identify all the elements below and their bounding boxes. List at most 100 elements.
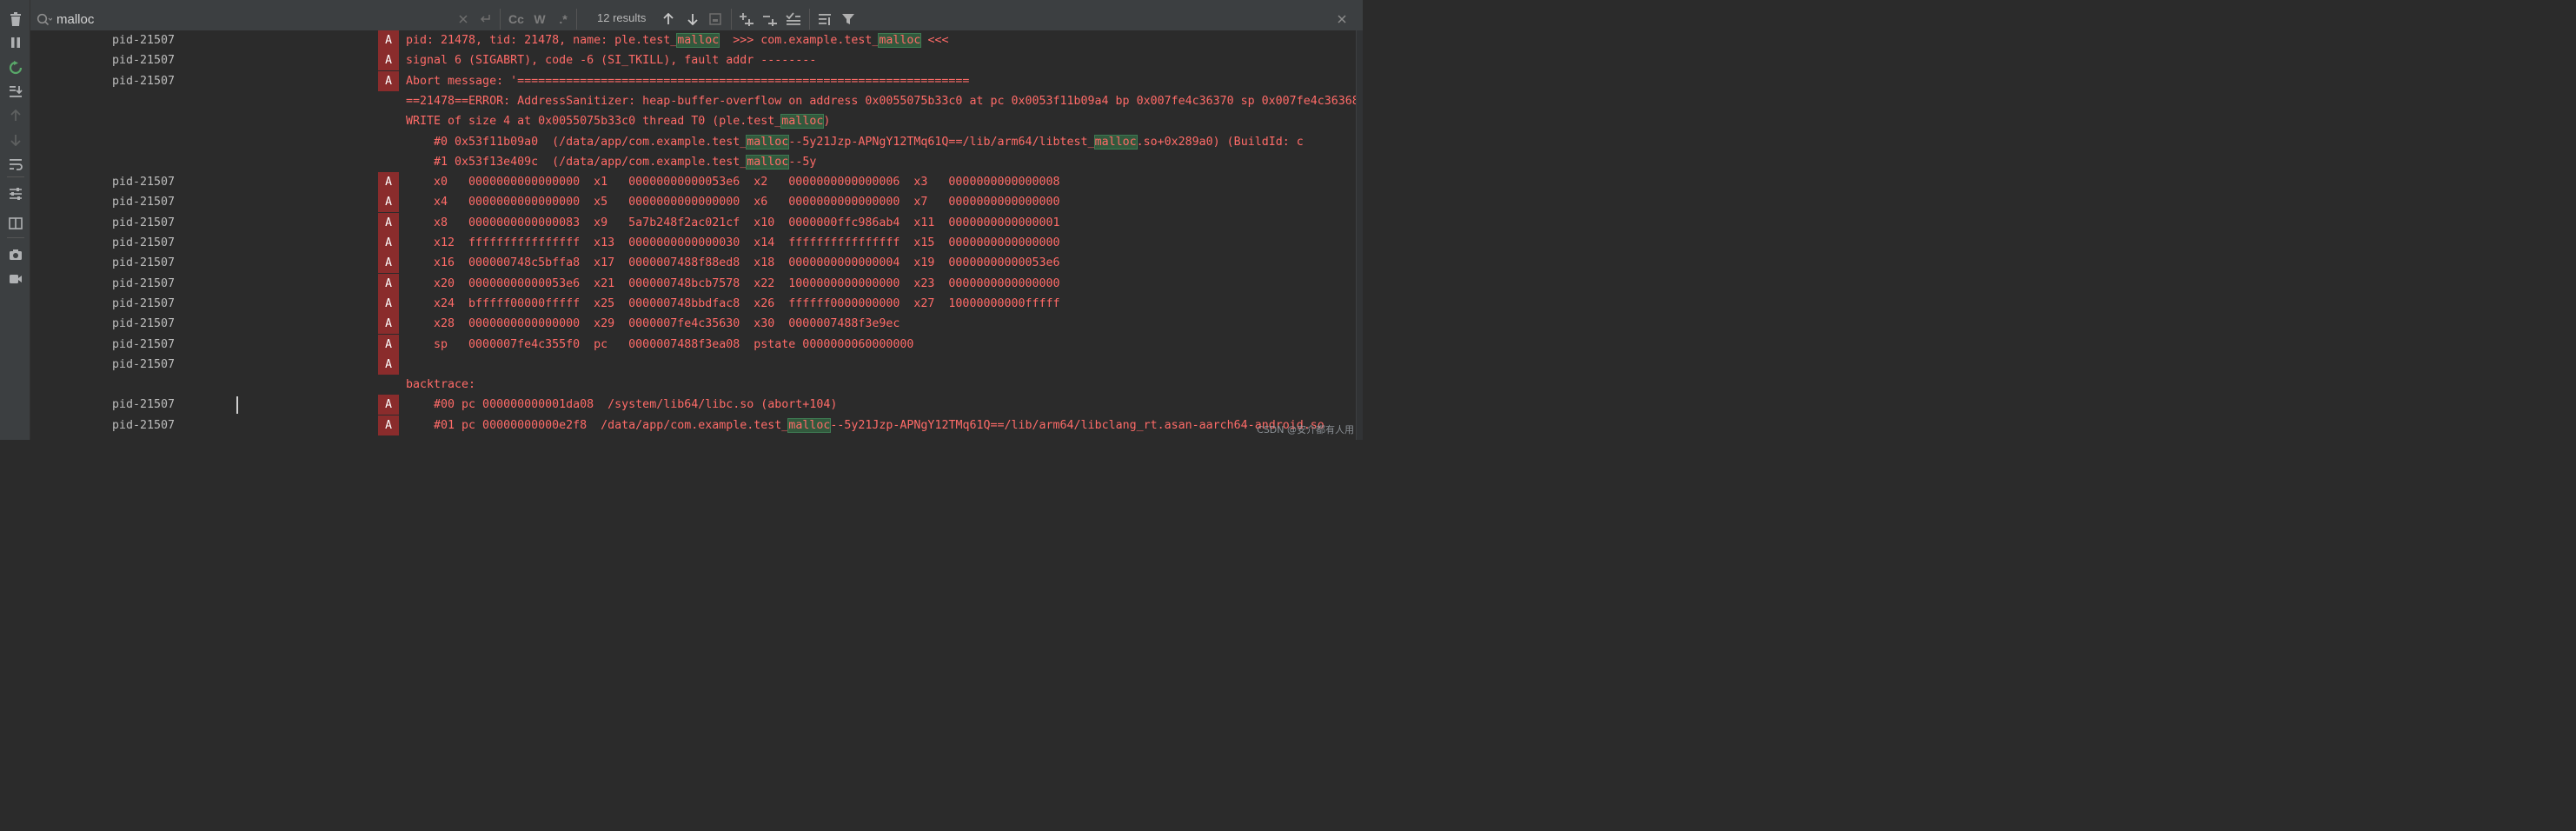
add-occurrence-icon[interactable] bbox=[737, 10, 756, 29]
log-text: --5y21Jzp-APNgY12TMq61Q==/lib/arm64/libc… bbox=[830, 418, 1325, 432]
log-level-badge: A bbox=[378, 395, 399, 416]
logcat-output[interactable]: pid-21507 Apid: 21478, tid: 21478, name: … bbox=[30, 30, 1356, 440]
soft-wrap-icon[interactable] bbox=[5, 155, 26, 174]
log-text: backtrace: bbox=[406, 378, 476, 392]
match-case-toggle[interactable]: Cc bbox=[506, 10, 527, 29]
log-pid: pid-21507 bbox=[112, 337, 176, 351]
log-pid: pid-21507 bbox=[112, 256, 176, 270]
log-text: x28 0000000000000000 x29 0000007fe4c3563… bbox=[406, 317, 900, 331]
log-line: pid-21507 A bbox=[30, 354, 1356, 375]
search-input[interactable] bbox=[56, 9, 456, 30]
log-pid: pid-21507 bbox=[112, 418, 176, 432]
log-level-badge: A bbox=[378, 212, 399, 233]
next-occurrence-arrow-down-icon[interactable] bbox=[684, 10, 701, 29]
log-line: backtrace: bbox=[30, 375, 1356, 395]
log-pid: pid-21507 bbox=[112, 317, 176, 331]
log-line: pid-21507 A #00 pc 000000000001da08 /syst… bbox=[30, 395, 1356, 416]
log-pid: pid-21507 bbox=[112, 54, 176, 68]
pause-icon[interactable] bbox=[5, 33, 26, 52]
log-pid: pid-21507 bbox=[112, 276, 176, 290]
log-text: --5y bbox=[788, 155, 817, 169]
select-all-check-icon[interactable] bbox=[784, 10, 803, 29]
settings-sliders-icon[interactable] bbox=[5, 184, 26, 203]
screen-record-video-icon[interactable] bbox=[5, 269, 26, 289]
log-message: x8 0000000000000083 x9 5a7b248f2ac021cf … bbox=[406, 213, 1356, 233]
log-pid: pid-21507 bbox=[112, 176, 176, 189]
arrow-up-icon[interactable] bbox=[5, 106, 26, 125]
search-results-count: 12 results bbox=[597, 11, 647, 24]
log-message: x0 0000000000000000 x1 00000000000053e6 … bbox=[406, 172, 1356, 192]
screenshot-camera-icon[interactable] bbox=[5, 245, 26, 264]
log-pid: pid-21507 bbox=[112, 296, 176, 310]
whole-words-toggle[interactable]: W bbox=[530, 10, 549, 29]
select-all-occurrences-icon[interactable] bbox=[707, 10, 724, 29]
regex-toggle[interactable]: .* bbox=[554, 10, 572, 29]
search-icon[interactable] bbox=[36, 10, 53, 30]
remove-occurrence-icon[interactable] bbox=[760, 10, 780, 29]
log-text: ==21478==ERROR: AddressSanitizer: heap-b… bbox=[406, 94, 1356, 108]
log-text: x16 000000748c5bffa8 x17 0000007488f88ed… bbox=[406, 256, 1060, 270]
filter-funnel-icon[interactable] bbox=[839, 10, 858, 29]
log-line: WRITE of size 4 at 0x0055075b33c0 thread… bbox=[30, 111, 1356, 131]
search-match-highlight: malloc bbox=[1093, 134, 1138, 150]
log-text: <<< bbox=[920, 34, 949, 47]
log-text: x4 0000000000000000 x5 0000000000000000 … bbox=[406, 196, 1060, 209]
log-line: #0 0x53f11b09a0 (/data/app/com.example.t… bbox=[30, 132, 1356, 152]
log-level-badge: A bbox=[378, 50, 399, 71]
scrollbar-gutter[interactable] bbox=[1356, 30, 1363, 440]
log-pid: pid-21507 bbox=[112, 216, 176, 229]
search-history-icon[interactable] bbox=[476, 10, 494, 29]
log-line: #1 0x53f13e409c (/data/app/com.example.t… bbox=[30, 152, 1356, 172]
log-text: x12 ffffffffffffffff x13 000000000000003… bbox=[406, 236, 1060, 249]
log-text: x24 bfffff00000fffff x25 000000748bbdfac… bbox=[406, 296, 1060, 310]
log-line: pid-21507 A x24 bfffff00000fffff x25 0000… bbox=[30, 293, 1356, 314]
log-message: sp 0000007fe4c355f0 pc 0000007488f3ea08 … bbox=[406, 335, 1356, 355]
log-line: pid-21507 A x12 ffffffffffffffff x13 0000… bbox=[30, 233, 1356, 253]
log-text: --5y21Jzp-APNgY12TMq61Q==/lib/arm64/libt… bbox=[788, 135, 1095, 149]
log-line: pid-21507 Apid: 21478, tid: 21478, name: … bbox=[30, 30, 1356, 50]
log-message: #1 0x53f13e409c (/data/app/com.example.t… bbox=[406, 152, 1356, 172]
split-view-icon[interactable] bbox=[5, 214, 26, 233]
scroll-to-end-icon[interactable] bbox=[5, 82, 26, 101]
log-level-badge: A bbox=[378, 192, 399, 213]
log-text: #1 0x53f13e409c (/data/app/com.example.t… bbox=[406, 155, 747, 169]
log-line: pid-21507 A Abort message: '==============… bbox=[30, 70, 1356, 91]
log-message: ==21478==ERROR: AddressSanitizer: heap-b… bbox=[406, 91, 1356, 111]
log-text: x8 0000000000000083 x9 5a7b248f2ac021cf … bbox=[406, 216, 1060, 229]
log-level-badge: A bbox=[378, 314, 399, 335]
close-search-icon[interactable] bbox=[1332, 10, 1351, 29]
log-message: x16 000000748c5bffa8 x17 0000007488f88ed… bbox=[406, 253, 1356, 273]
arrow-down-icon[interactable] bbox=[5, 130, 26, 150]
search-match-highlight: malloc bbox=[787, 417, 832, 433]
clear-search-icon[interactable] bbox=[456, 10, 470, 29]
search-match-highlight: malloc bbox=[878, 33, 922, 48]
log-text: #0 0x53f11b09a0 (/data/app/com.example.t… bbox=[406, 135, 747, 149]
filter-lines-icon[interactable] bbox=[815, 10, 834, 29]
log-message: x28 0000000000000000 x29 0000007fe4c3563… bbox=[406, 314, 1356, 334]
previous-occurrence-arrow-up-icon[interactable] bbox=[660, 10, 677, 29]
log-line: pid-21507 A x28 0000000000000000 x29 0000… bbox=[30, 314, 1356, 335]
log-level-badge: A bbox=[378, 233, 399, 253]
log-message: WRITE of size 4 at 0x0055075b33c0 thread… bbox=[406, 111, 1356, 131]
log-pid: pid-21507 bbox=[112, 236, 176, 249]
log-level-badge: A bbox=[378, 172, 399, 193]
log-level-badge: A bbox=[378, 70, 399, 91]
log-message: #0 0x53f11b09a0 (/data/app/com.example.t… bbox=[406, 132, 1356, 152]
log-level-badge: A bbox=[378, 354, 399, 375]
text-cursor bbox=[236, 396, 238, 414]
search-match-highlight: malloc bbox=[746, 154, 790, 170]
search-match-highlight: malloc bbox=[780, 114, 825, 130]
log-pid: pid-21507 bbox=[112, 74, 176, 88]
log-text: Abort message: '========================… bbox=[406, 74, 970, 88]
log-level-badge: A bbox=[378, 415, 399, 435]
search-match-highlight: malloc bbox=[746, 134, 790, 150]
log-message: Abort message: '========================… bbox=[406, 71, 1356, 91]
restart-icon[interactable] bbox=[5, 58, 26, 77]
log-text: pid: 21478, tid: 21478, name: ple.test_ bbox=[406, 34, 678, 47]
log-text: x0 0000000000000000 x1 00000000000053e6 … bbox=[406, 176, 1060, 189]
log-message: #01 pc 00000000000e2f8 /data/app/com.exa… bbox=[406, 416, 1356, 435]
clear-logcat-trash-icon[interactable] bbox=[5, 10, 26, 29]
log-pid: pid-21507 bbox=[112, 34, 176, 47]
log-message: x20 00000000000053e6 x21 000000748bcb757… bbox=[406, 274, 1356, 294]
log-message: x12 ffffffffffffffff x13 000000000000003… bbox=[406, 233, 1356, 253]
